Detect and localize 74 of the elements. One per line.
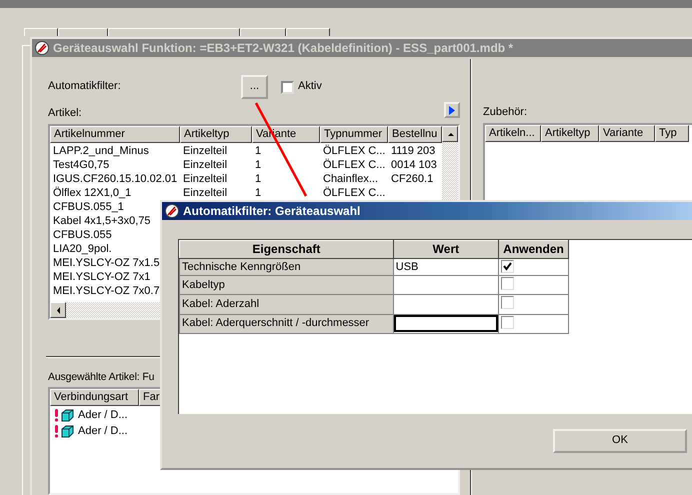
apply-checkbox[interactable] xyxy=(501,316,514,329)
table-cell-text: MEI.YSLCY-OZ 7x0.7 xyxy=(52,284,161,298)
scroll-up-button[interactable] xyxy=(442,126,458,142)
property-cell: Technische Kenngrößen xyxy=(180,258,394,276)
column-header[interactable]: Bestellnu xyxy=(388,126,442,143)
value-field[interactable] xyxy=(393,276,499,295)
table-cell-text: Ölflex 12X1,0_1 xyxy=(52,186,132,200)
apply-checkbox[interactable] xyxy=(501,260,514,273)
column-header[interactable]: Wert xyxy=(393,240,499,258)
window-title: Automatikfilter: Geräteauswahl xyxy=(183,204,360,218)
table-cell-text: LAPP.2_und_Minus xyxy=(52,144,150,158)
table-cell-text: IGUS.CF260.15.10.02.01 xyxy=(52,172,178,186)
list-row[interactable]: Ader / D... xyxy=(50,424,458,440)
table-cell-text: 1 xyxy=(254,186,262,200)
column-header[interactable]: Variante xyxy=(599,125,655,142)
value-field[interactable] xyxy=(393,294,499,314)
value-field[interactable]: USB xyxy=(393,258,499,276)
list-row[interactable]: Ader / D... xyxy=(50,408,458,424)
table-cell-text: ÖLFLEX C... xyxy=(322,158,386,172)
section-label: Artikel: xyxy=(48,106,82,120)
column-header[interactable]: Typ xyxy=(655,125,689,142)
table-cell-text: LIA20_9pol. xyxy=(52,242,113,256)
cube-icon xyxy=(61,409,74,422)
column-header[interactable]: Artikeltyp xyxy=(180,126,252,143)
table-cell-text: 1 xyxy=(254,144,262,158)
table-cell-text: Chainflex... xyxy=(322,172,380,186)
table-cell-text: 1 xyxy=(254,158,262,172)
app-icon xyxy=(165,204,179,218)
apply-checkbox[interactable] xyxy=(501,277,514,290)
column-header[interactable]: Verbindungsart xyxy=(50,388,139,406)
column-header[interactable]: Anwenden xyxy=(498,240,568,258)
column-header[interactable]: Typnummer xyxy=(320,126,388,143)
app-icon xyxy=(35,41,49,55)
ok-button[interactable]: OK xyxy=(553,429,687,453)
column-header[interactable]: Eigenschaft xyxy=(180,240,394,258)
table-cell-text: CFBUS.055_1 xyxy=(52,200,125,214)
table-cell-text: ÖLFLEX C... xyxy=(322,144,386,158)
property-cell: Kabel: Aderzahl xyxy=(180,294,394,314)
connection-type: Ader / D... xyxy=(78,425,128,438)
cube-icon xyxy=(61,425,74,438)
table-cell-text: Test4G0,75 xyxy=(52,158,110,172)
table-cell-text: Einzelteil xyxy=(182,186,228,200)
play-icon xyxy=(448,106,456,114)
filter-label: Automatikfilter: xyxy=(48,80,122,94)
property-cell: Kabeltyp xyxy=(180,276,394,295)
filter-button[interactable]: ... xyxy=(241,75,268,99)
table-cell-text: CF260.1 xyxy=(390,172,434,186)
section-label: Zubehör: xyxy=(483,106,528,120)
table-cell-text: MEI.YSLCY-OZ 7x1 xyxy=(52,270,152,284)
column-header[interactable]: Artikeln... xyxy=(485,125,541,142)
table-cell-text: CFBUS.055 xyxy=(52,228,113,242)
connection-type: Ader / D... xyxy=(78,409,128,422)
section-label: Ausgewählte Artikel: Fu xyxy=(48,371,154,384)
check-icon xyxy=(503,262,512,271)
table-cell-text: 0014 103 xyxy=(390,158,438,172)
scroll-left-button[interactable] xyxy=(50,302,66,318)
background-tab[interactable] xyxy=(24,28,58,36)
table-cell-text: 1119 203 xyxy=(390,144,436,158)
background-tab[interactable] xyxy=(286,28,330,36)
column-header[interactable]: Artikelnummer xyxy=(50,126,180,143)
expand-button[interactable] xyxy=(444,102,460,118)
aktiv-checkbox[interactable]: Aktiv xyxy=(281,80,322,94)
property-cell: Kabel: Aderquerschnitt / -durchmesser xyxy=(180,314,394,334)
column-header[interactable]: Artikeltyp xyxy=(541,125,599,142)
table-cell-text: Kabel 4x1,5+3x0,75 xyxy=(52,214,152,228)
table-cell-text: Einzelteil xyxy=(182,172,228,186)
table-cell-text: Einzelteil xyxy=(182,144,228,158)
table-cell-text: ÖLFLEX C... xyxy=(322,186,386,200)
table-cell-text: Einzelteil xyxy=(182,158,228,172)
value-field[interactable] xyxy=(393,314,499,334)
apply-checkbox[interactable] xyxy=(501,296,514,310)
window-title: Geräteauswahl Funktion: =EB3+ET2-W321 (Kabeldefinition) - ESS_part001.mdb * xyxy=(53,40,514,56)
table-cell-text: 1 xyxy=(254,172,262,186)
table-cell-text: MEI.YSLCY-OZ 7x1.5 xyxy=(52,256,161,270)
